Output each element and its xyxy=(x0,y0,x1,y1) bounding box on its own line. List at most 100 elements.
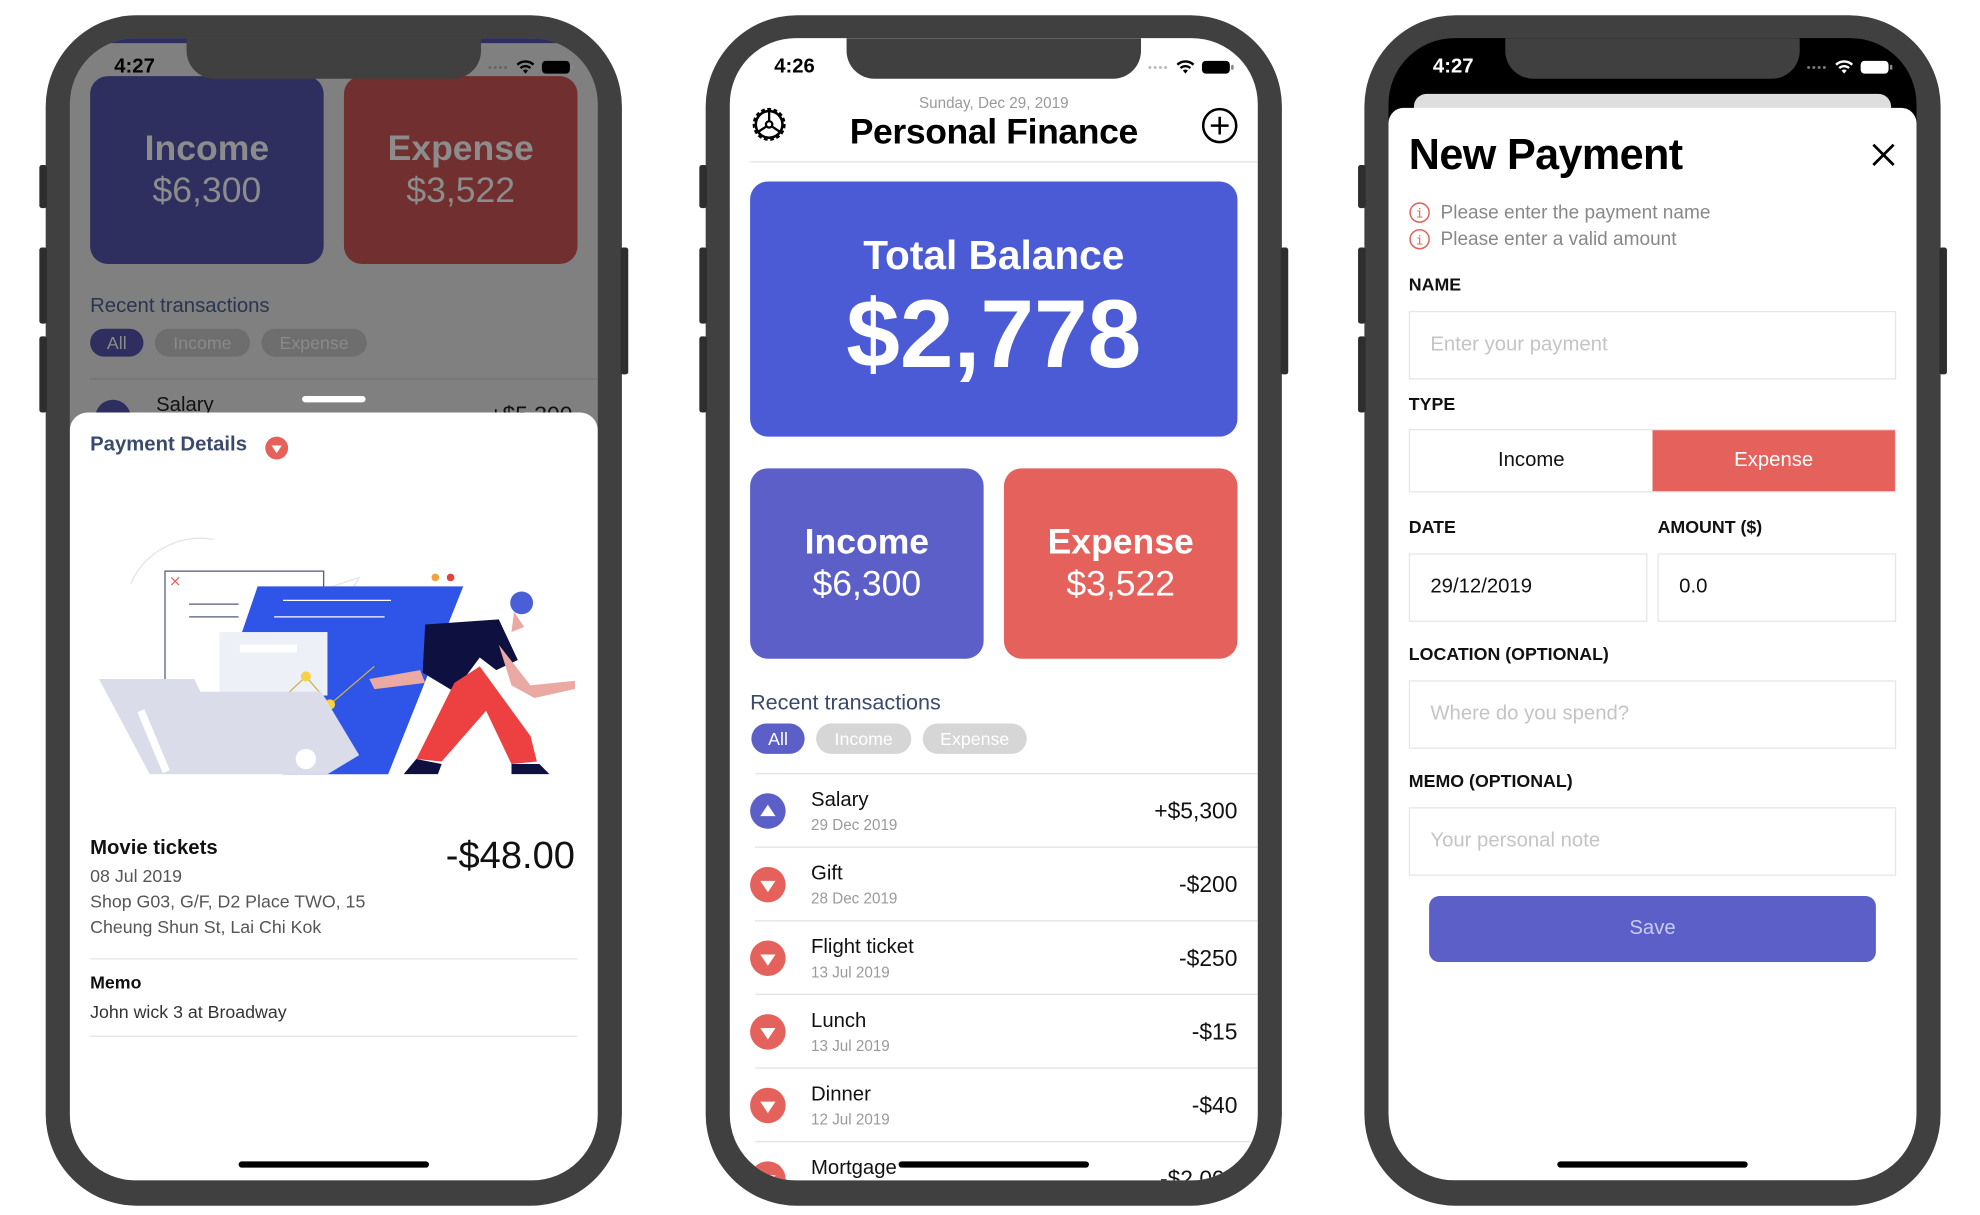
status-time: 4:27 xyxy=(114,55,155,78)
expense-title: Expense xyxy=(1047,521,1194,561)
transaction-amount: -$15 xyxy=(1191,1019,1238,1045)
total-balance-value: $2,778 xyxy=(846,279,1142,388)
expense-card-dimmed: Expense $3,522 xyxy=(343,76,578,264)
transaction-row[interactable]: Lunch 13 Jul 2019 -$15 xyxy=(730,995,1258,1069)
error-text: Please enter the payment name xyxy=(1440,201,1711,224)
save-button[interactable]: Save xyxy=(1429,896,1876,963)
payment-details-sheet: Payment Details Movie tickets -$48.00 08… xyxy=(69,412,598,1181)
type-label: TYPE xyxy=(1408,393,1456,414)
status-icons: •••• xyxy=(1148,60,1234,75)
info-circle-icon: i xyxy=(1409,202,1430,223)
battery-icon xyxy=(1201,60,1234,74)
divider xyxy=(90,1035,578,1037)
power-button xyxy=(620,247,629,375)
wifi-icon xyxy=(516,60,535,74)
transaction-row[interactable]: Flight ticket 13 Jul 2019 -$250 xyxy=(730,921,1258,996)
battery-icon xyxy=(541,60,574,74)
screen: 4:27 •••• New Payment i Please enter the… xyxy=(1388,38,1917,1181)
income-card-dimmed: Income $6,300 xyxy=(90,76,324,264)
svg-text:i: i xyxy=(1416,232,1424,247)
payment-name-input[interactable]: Enter your payment xyxy=(1408,310,1897,380)
memo-text: John wick 3 at Broadway xyxy=(90,1001,287,1022)
mute-switch xyxy=(39,164,47,209)
payment-address-line2: Cheung Shun St, Lai Chi Kok xyxy=(90,916,322,937)
notch xyxy=(846,38,1142,79)
plus-circle-icon[interactable] xyxy=(1201,107,1239,145)
chip-expense[interactable]: Expense xyxy=(922,723,1027,754)
transaction-row[interactable]: Dinner 12 Jul 2019 -$40 xyxy=(730,1069,1258,1143)
signal-icon: •••• xyxy=(1806,60,1828,74)
home-indicator[interactable] xyxy=(898,1161,1089,1168)
income-up-arrow-icon xyxy=(750,793,786,829)
amount-input[interactable]: 0.0 xyxy=(1657,553,1897,622)
notch xyxy=(1505,38,1800,79)
amount-label: AMOUNT ($) xyxy=(1657,516,1763,537)
date-input[interactable]: 29/12/2019 xyxy=(1408,553,1648,622)
recent-transactions-title: Recent transactions xyxy=(750,690,941,715)
transaction-name: Salary xyxy=(811,789,869,812)
transaction-amount: -$200 xyxy=(1179,871,1238,898)
transaction-name: Lunch xyxy=(811,1010,867,1032)
svg-text:i: i xyxy=(1416,206,1424,221)
memo-input[interactable]: Your personal note xyxy=(1408,807,1897,876)
screen: 4:27 •••• Income $6,300 Expense $3,522 R… xyxy=(69,38,598,1181)
expense-down-arrow-icon xyxy=(750,1161,786,1181)
payment-amount: -$48.00 xyxy=(445,835,575,878)
expense-down-arrow-icon xyxy=(750,1014,786,1050)
sheet-drag-handle[interactable] xyxy=(302,395,366,403)
power-button xyxy=(1939,247,1947,375)
payment-name: Movie tickets xyxy=(90,837,218,860)
transaction-date: 29 Dec 2019 xyxy=(811,816,898,834)
expense-down-arrow-icon xyxy=(750,1087,786,1124)
error-message: i Please enter a valid amount xyxy=(1409,228,1677,250)
expense-value: $3,522 xyxy=(406,170,516,210)
mute-switch xyxy=(1358,164,1366,209)
home-indicator[interactable] xyxy=(238,1161,429,1168)
new-payment-sheet: New Payment i Please enter the payment n… xyxy=(1388,107,1917,1181)
income-title: Income xyxy=(144,128,270,168)
finance-illustration xyxy=(98,537,575,775)
transaction-row[interactable]: Gift 28 Dec 2019 -$200 xyxy=(730,848,1258,922)
chip-all: All xyxy=(90,328,144,357)
date-label: DATE xyxy=(1408,516,1456,537)
transaction-row[interactable]: Salary 29 Dec 2019 +$5,300 xyxy=(730,774,1258,848)
sheet-title: Payment Details xyxy=(90,434,247,456)
transaction-amount: -$250 xyxy=(1179,945,1238,971)
chip-income: Income xyxy=(154,328,251,357)
chip-income[interactable]: Income xyxy=(816,723,912,754)
mute-switch xyxy=(699,164,707,209)
chip-expense: Expense xyxy=(261,328,367,357)
location-input[interactable]: Where do you spend? xyxy=(1408,680,1897,749)
transaction-date: 13 Jul 2019 xyxy=(811,963,890,982)
expense-value: $3,522 xyxy=(1066,563,1176,603)
transaction-list[interactable]: Salary 29 Dec 2019 +$5,300 Gift 28 Dec 2… xyxy=(730,774,1258,1181)
power-button xyxy=(1280,247,1289,375)
wifi-icon xyxy=(1176,60,1195,74)
error-text: Please enter a valid amount xyxy=(1440,228,1677,251)
volume-up-button xyxy=(699,247,707,324)
current-date: Sunday, Dec 29, 2019 xyxy=(918,93,1069,112)
total-balance-card: Total Balance $2,778 xyxy=(750,181,1238,437)
screen: 4:26 •••• Sunday, Dec 29, 2019 Personal … xyxy=(729,38,1258,1181)
status-time: 4:26 xyxy=(774,55,815,78)
expense-title: Expense xyxy=(387,128,534,168)
chip-all[interactable]: All xyxy=(751,723,805,754)
transaction-date: 13 Jul 2019 xyxy=(811,1036,890,1055)
income-value: $6,300 xyxy=(152,170,262,210)
income-card[interactable]: Income $6,300 xyxy=(750,468,984,659)
status-time: 4:27 xyxy=(1432,55,1474,78)
income-value: $6,300 xyxy=(812,563,922,603)
expense-down-arrow-icon xyxy=(750,940,786,977)
type-option-income[interactable]: Income xyxy=(1410,430,1652,491)
transaction-amount: +$5,300 xyxy=(1154,798,1238,824)
type-segmented-control[interactable]: Income Expense xyxy=(1408,428,1897,493)
expense-card[interactable]: Expense $3,522 xyxy=(1003,468,1238,659)
expense-down-arrow-icon xyxy=(265,436,289,460)
volume-down-button xyxy=(1358,336,1366,413)
divider xyxy=(90,378,598,380)
divider xyxy=(90,958,578,960)
type-option-expense[interactable]: Expense xyxy=(1652,430,1895,492)
home-indicator[interactable] xyxy=(1557,1161,1748,1168)
transaction-amount: -$2,000 xyxy=(1159,1166,1238,1181)
close-icon[interactable] xyxy=(1871,142,1896,167)
